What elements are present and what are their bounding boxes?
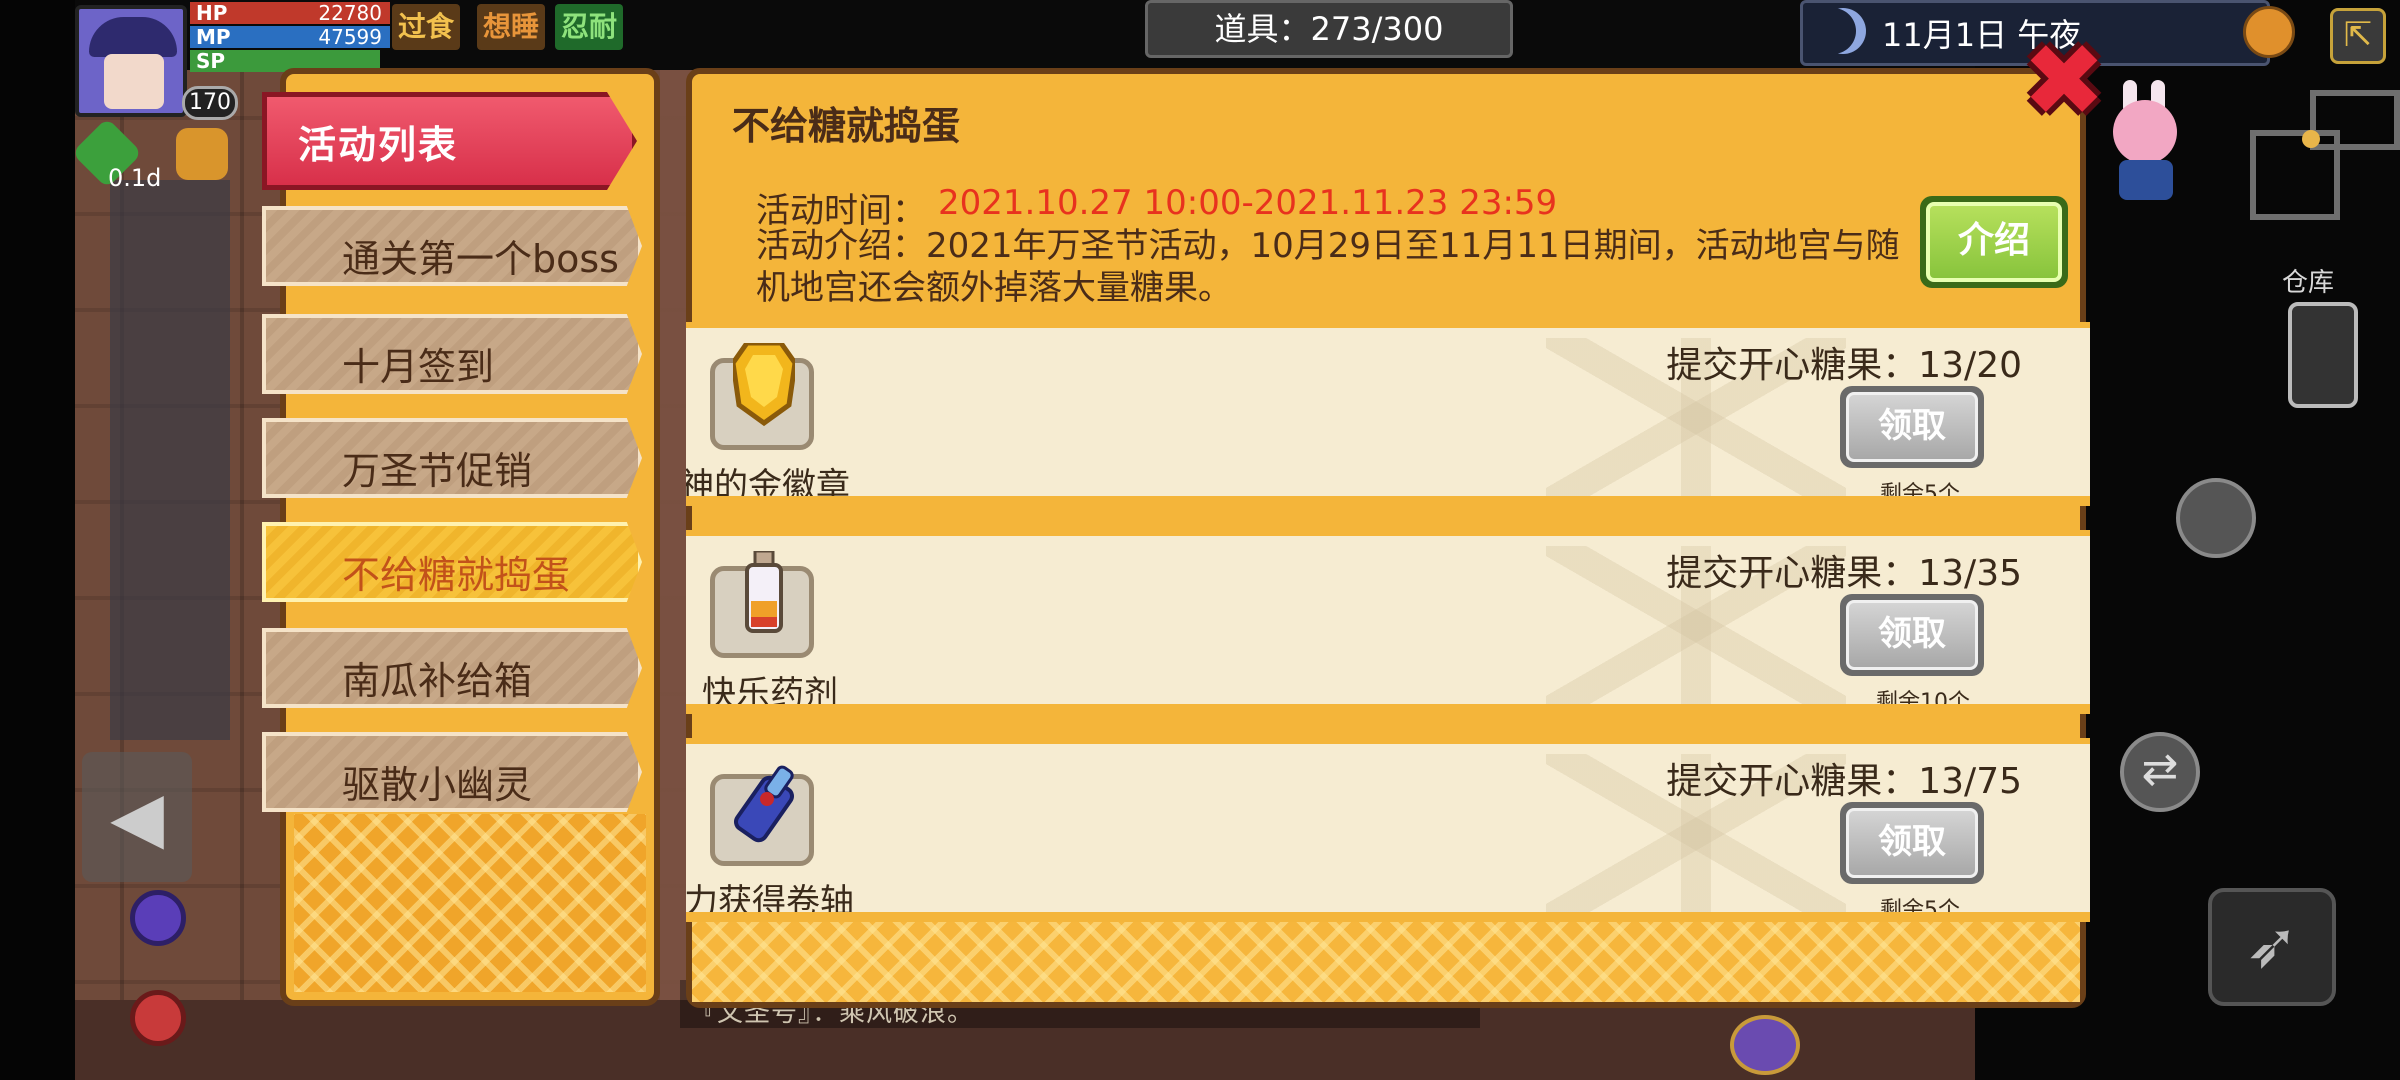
hp-label: HP [196,1,228,25]
mp-label: MP [196,25,231,49]
player-avatar[interactable] [75,5,187,117]
reward-requirement: 提交开心糖果：13/20 [1666,345,2022,386]
activity-list-title: 活动列表 [298,123,459,167]
minimap-player-dot [2302,130,2320,148]
scroll-icon [734,765,794,843]
exit-icon[interactable]: ⇱ [2330,8,2386,64]
minimap[interactable] [2250,90,2400,220]
reward-row: 神的金徽章 提交开心糖果：13/20 领取 剩余5个 [686,322,2090,506]
swap-icon[interactable]: ⇄ [2120,732,2200,812]
status-overeat[interactable]: 过食 [392,4,461,50]
activity-item-october-signin[interactable]: 十月签到 [262,314,642,394]
activity-item-label: 南瓜补给箱 [342,659,533,703]
intro-button-label: 介绍 [1926,202,2062,282]
activity-item-pumpkin-box[interactable]: 南瓜补给箱 [262,628,642,708]
close-icon[interactable]: ✖ [2018,31,2110,131]
left-dark-area [0,0,75,1080]
hp-value: 22780 [318,1,382,25]
npc-body [2119,160,2173,200]
reward-name: 力获得卷轴 [686,882,854,922]
reward-row: 快乐药剂 提交开心糖果：13/35 领取 剩余10个 [686,530,2090,714]
claim-button-label: 领取 [1846,808,1978,878]
mp-bar: MP 47599 [190,26,390,48]
bunny-npc-sprite[interactable] [2095,80,2195,200]
claim-button-label: 领取 [1846,600,1978,670]
globe-icon[interactable] [2243,6,2295,58]
panel-pattern [294,814,646,992]
activity-item-label: 万圣节促销 [342,449,533,493]
reward-item-slot[interactable] [710,765,814,866]
bow-weapon-icon[interactable]: ➶ [2208,888,2336,1006]
buff-icon[interactable] [176,128,228,180]
activity-item-ghost[interactable]: 驱散小幽灵 [262,732,642,812]
potion-bottle-icon [745,551,783,633]
minimap-room [2310,90,2400,150]
intro-button[interactable]: 介绍 [1920,196,2068,288]
storage-phone-icon[interactable] [2288,302,2358,408]
level-badge: 170 [182,86,238,120]
move-left-arrow-icon[interactable]: ◀ [82,752,192,882]
activity-item-label: 不给糖就捣蛋 [342,553,571,597]
reward-item-slot[interactable] [710,551,814,658]
inventory-count[interactable]: 道具：273/300 [1145,0,1513,58]
activity-item-halloween-sale[interactable]: 万圣节促销 [262,418,642,498]
remaining-count: 剩余5个 [1880,482,1960,506]
skill-orb-red-icon[interactable] [130,990,186,1046]
event-description: 活动介绍：2021年万圣节活动，10月29日至11月11日期间，活动地宫与随机地… [756,226,1900,308]
reward-name: 神的金徽章 [686,466,850,506]
reward-requirement: 提交开心糖果：13/75 [1666,761,2022,802]
claim-button[interactable]: 领取 [1840,802,1984,884]
claim-button[interactable]: 领取 [1840,594,1984,676]
claim-button-label: 领取 [1846,392,1978,462]
sp-label: SP [196,49,226,73]
skill-orb-purple-icon[interactable] [130,890,186,946]
hp-bar: HP 22780 [190,2,390,24]
activity-item-label: 通关第一个boss [342,237,619,281]
avatar-face [104,54,164,109]
moon-icon [1820,8,1866,54]
reward-item-slot[interactable] [710,343,814,450]
status-sleepy[interactable]: 想睡 [477,4,546,50]
exp-buff-label: 0.1d [108,164,162,192]
gold-badge-icon [733,343,795,427]
reward-row: 力获得卷轴 提交开心糖果：13/75 领取 剩余5个 [686,738,2090,922]
event-time-value: 2021.10.27 10:00-2021.11.23 23:59 [938,183,1558,223]
joystick-icon[interactable] [2176,478,2256,558]
game-wall [110,180,230,740]
panel-pattern [692,920,2080,1002]
remaining-count: 剩余5个 [1880,898,1960,922]
status-endure[interactable]: 忍耐 [555,4,624,50]
mp-value: 47599 [318,25,382,49]
event-title: 不给糖就捣蛋 [732,104,961,148]
avatar-hat [89,17,177,57]
activity-item-first-boss[interactable]: 通关第一个boss [262,206,642,286]
activity-item-label: 十月签到 [342,345,495,389]
activity-item-label: 驱散小幽灵 [342,763,533,807]
activity-item-trick-or-treat[interactable]: 不给糖就捣蛋 [262,522,642,602]
bottom-item-icon[interactable] [1730,1015,1800,1075]
npc-head [2113,100,2177,164]
reward-name: 快乐药剂 [702,674,838,714]
reward-requirement: 提交开心糖果：13/35 [1666,553,2022,594]
claim-button[interactable]: 领取 [1840,386,1984,468]
remaining-count: 剩余10个 [1876,690,1970,714]
storage-label: 仓库 [2282,268,2335,298]
